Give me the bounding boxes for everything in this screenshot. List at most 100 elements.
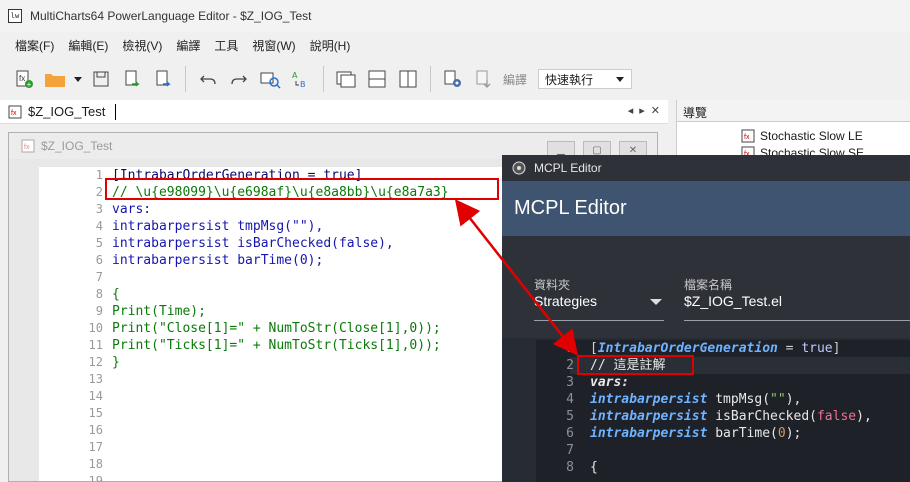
line-number: 8 bbox=[566, 460, 574, 475]
minimize-icon: ▁ bbox=[557, 144, 565, 156]
svg-text:fx: fx bbox=[11, 110, 17, 117]
code-keyword: intrabarpersist bbox=[590, 392, 708, 407]
cascade-windows-button[interactable] bbox=[332, 65, 360, 93]
toolbar-divider bbox=[185, 66, 186, 92]
svg-text:fx: fx bbox=[24, 144, 30, 151]
line-number: 16 bbox=[88, 423, 103, 437]
tab-scroll-right-icon[interactable]: ▸ bbox=[639, 104, 645, 117]
line-number: 11 bbox=[88, 338, 103, 352]
folder-icon bbox=[45, 74, 65, 87]
code-keyword: intrabarpersist bbox=[590, 426, 708, 441]
line-number: 2 bbox=[95, 185, 103, 199]
window-title: MultiCharts64 PowerLanguage Editor - $Z_… bbox=[30, 9, 312, 23]
line-number: 3 bbox=[95, 202, 103, 216]
code-line: Print(Time); bbox=[112, 304, 206, 319]
menu-help[interactable]: 說明(H) bbox=[303, 37, 358, 54]
bracket: [ bbox=[590, 341, 598, 356]
folder-label: 資料夾 bbox=[534, 278, 571, 292]
folder-select[interactable]: Strategies bbox=[534, 293, 597, 309]
find-button[interactable] bbox=[256, 65, 284, 93]
menu-view[interactable]: 檢視(V) bbox=[115, 37, 169, 54]
mcpl-editor-window: MCPL Editor MCPL Editor 資料夾 Strategies 檔… bbox=[502, 155, 910, 482]
app-logo-icon: lw bbox=[8, 9, 22, 23]
line-number: 7 bbox=[566, 443, 574, 458]
tile-vertical-button[interactable] bbox=[394, 65, 422, 93]
menu-compile[interactable]: 編譯 bbox=[169, 37, 207, 54]
menu-file[interactable]: 檔案(F) bbox=[8, 37, 61, 54]
document-tab-bar: fx $Z_IOG_Test ◂ ▸ ✕ bbox=[0, 100, 668, 124]
filename-field[interactable]: $Z_IOG_Test.el bbox=[684, 293, 782, 309]
folder-underline bbox=[534, 320, 664, 321]
line-number: 13 bbox=[88, 372, 103, 386]
execution-mode-value: 快速執行 bbox=[545, 72, 594, 87]
line-number: 1 bbox=[566, 341, 574, 356]
line-number: 9 bbox=[95, 304, 103, 318]
menu-window[interactable]: 視窗(W) bbox=[245, 37, 302, 54]
code-line: intrabarpersist isBarChecked(false), bbox=[590, 408, 872, 425]
redo-button[interactable] bbox=[225, 65, 253, 93]
text-caret bbox=[115, 103, 117, 120]
close-icon[interactable]: ✕ bbox=[651, 104, 660, 117]
tile-vertical-icon bbox=[399, 70, 417, 88]
save-button[interactable] bbox=[87, 65, 115, 93]
line-number: 2 bbox=[566, 358, 574, 373]
open-dropdown-button[interactable] bbox=[72, 65, 84, 93]
code-bool: false bbox=[816, 409, 857, 424]
tab-controls: ◂ ▸ ✕ bbox=[628, 104, 660, 117]
line-number: 3 bbox=[566, 375, 574, 390]
tab-scroll-left-icon[interactable]: ◂ bbox=[628, 104, 634, 117]
compile-settings-button[interactable] bbox=[439, 65, 467, 93]
code-line: intrabarpersist barTime(0); bbox=[590, 425, 872, 442]
line-number: 12 bbox=[88, 355, 103, 369]
line-number: 14 bbox=[88, 389, 103, 403]
line-number: 5 bbox=[95, 236, 103, 250]
code-line: } bbox=[112, 355, 120, 370]
replace-button[interactable]: AB bbox=[287, 65, 315, 93]
mcpl-line-number-gutter: 1 2 3 4 5 6 7 8 bbox=[536, 340, 576, 476]
toolbar-divider bbox=[323, 66, 324, 92]
code-line: Print("Ticks[1]=" + NumToStr(Ticks[1],0)… bbox=[112, 338, 441, 353]
redo-icon bbox=[231, 75, 247, 85]
search-icon bbox=[260, 72, 281, 89]
code-line: { bbox=[112, 287, 120, 302]
undo-button[interactable] bbox=[194, 65, 222, 93]
undo-icon bbox=[200, 75, 216, 85]
line-number: 4 bbox=[566, 392, 574, 407]
filename-label: 檔案名稱 bbox=[684, 278, 733, 292]
tab-z-iog-test[interactable]: fx $Z_IOG_Test bbox=[0, 100, 117, 124]
line-number: 6 bbox=[95, 253, 103, 267]
code-identifier: isBarChecked( bbox=[707, 409, 817, 424]
export-icon bbox=[156, 70, 171, 87]
line-number: 8 bbox=[95, 287, 103, 301]
export-button[interactable] bbox=[149, 65, 177, 93]
navigator-item[interactable]: fx Stochastic Slow LE bbox=[741, 129, 863, 143]
cascade-icon bbox=[336, 71, 356, 88]
save-icon bbox=[93, 71, 109, 87]
line-number: 19 bbox=[88, 474, 103, 482]
code-line: intrabarpersist barTime(0); bbox=[112, 253, 324, 268]
mcpl-header: MCPL Editor bbox=[502, 181, 910, 236]
bracket: ] bbox=[832, 341, 841, 356]
new-file-button[interactable]: fx + bbox=[10, 65, 38, 93]
code-identifier: barTime( bbox=[707, 426, 778, 441]
menu-tools[interactable]: 工具 bbox=[207, 37, 245, 54]
open-button[interactable] bbox=[41, 65, 69, 93]
code-line: intrabarpersist tmpMsg(""), bbox=[590, 391, 872, 408]
close-icon: ✕ bbox=[628, 144, 638, 156]
compile-button[interactable] bbox=[470, 65, 498, 93]
chevron-down-icon[interactable] bbox=[650, 299, 662, 305]
execution-mode-select[interactable]: 快速執行 bbox=[538, 69, 633, 89]
signal-file-icon: fx bbox=[741, 129, 755, 143]
import-button[interactable] bbox=[118, 65, 146, 93]
tile-horizontal-button[interactable] bbox=[363, 65, 391, 93]
menu-edit[interactable]: 編輯(E) bbox=[61, 37, 115, 54]
new-file-icon: fx+ bbox=[16, 70, 33, 89]
toolbar-divider bbox=[430, 66, 431, 92]
svg-text:fx: fx bbox=[19, 74, 25, 83]
code-bool: true bbox=[801, 341, 833, 356]
line-number: 7 bbox=[95, 270, 103, 284]
line-number-gutter: 1 2 3 4 5 6 7 8 9 10 11 12 13 14 15 16 1… bbox=[39, 167, 109, 482]
mcpl-title-bar: MCPL Editor bbox=[502, 155, 910, 181]
code-line: { bbox=[590, 460, 598, 475]
